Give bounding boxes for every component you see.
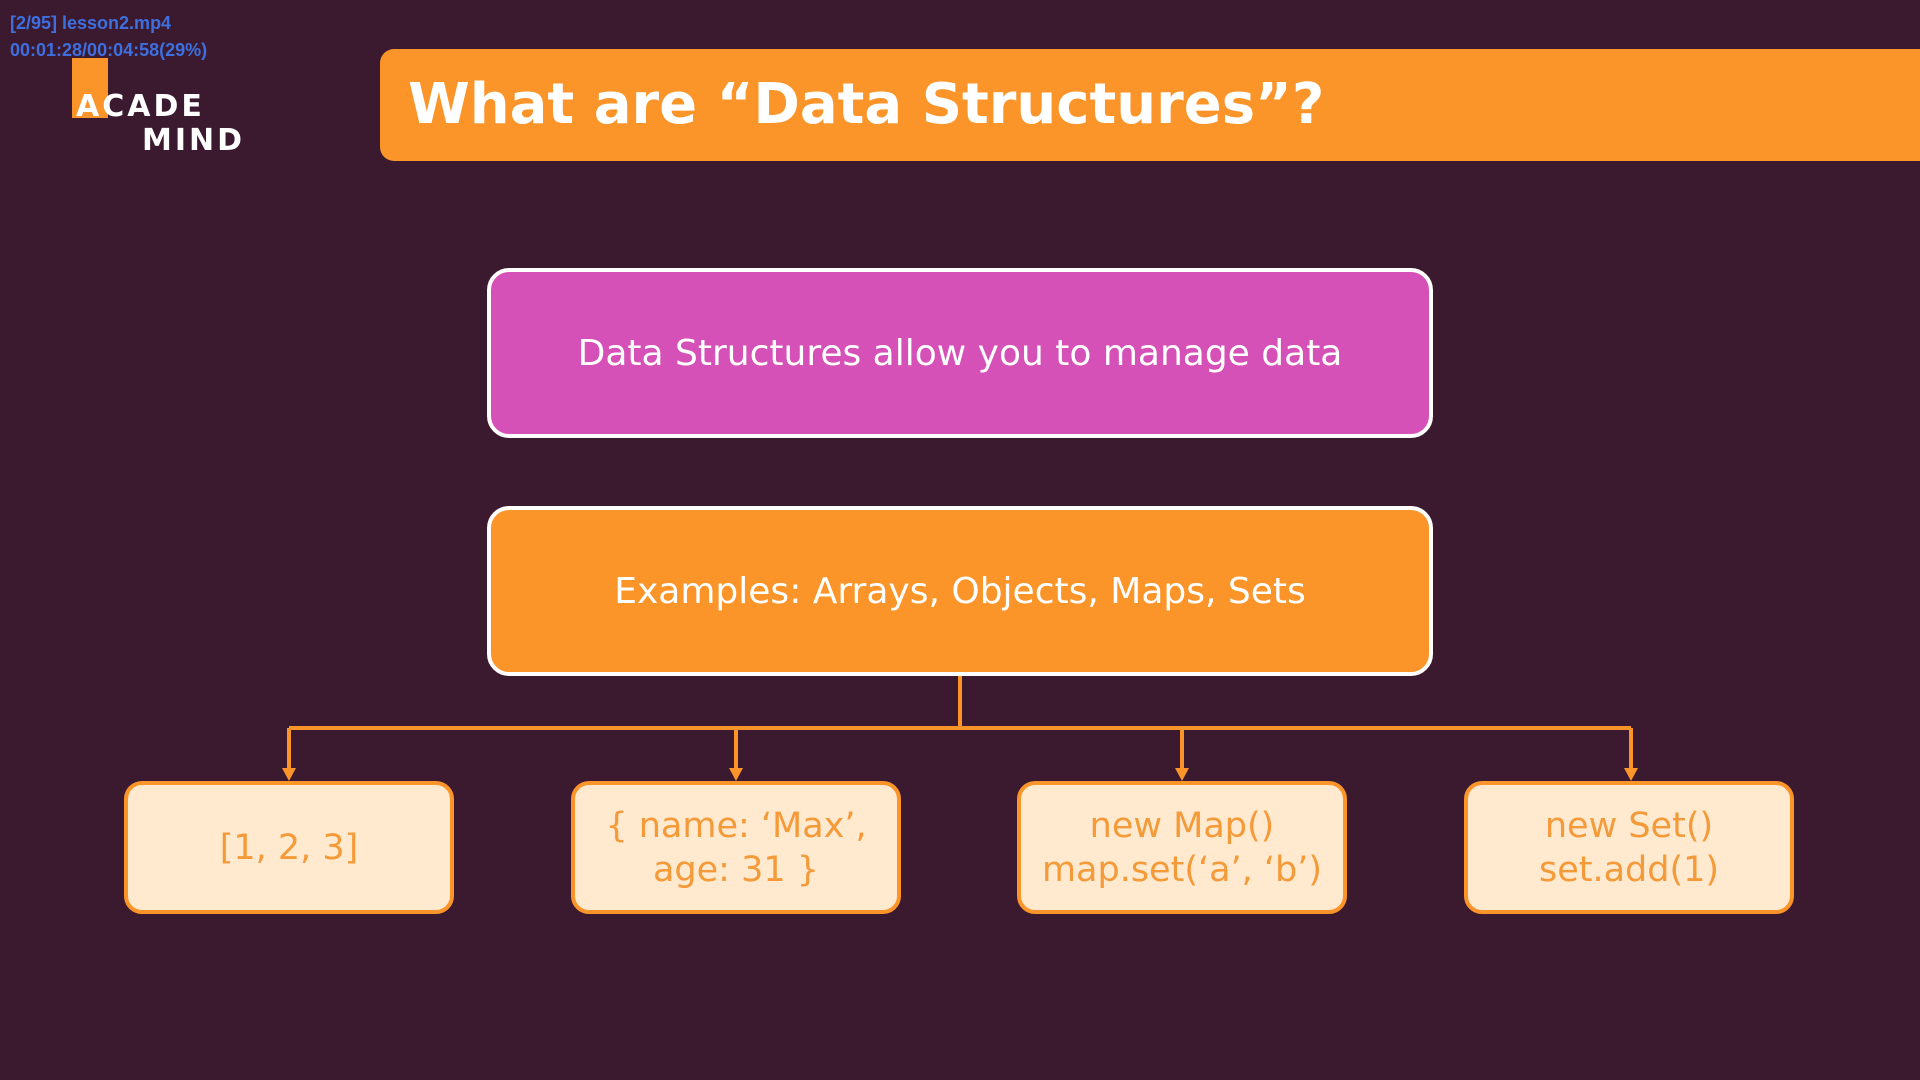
example-map-line1: new Map() [1089,805,1275,846]
arrowhead-icon [729,768,743,781]
example-object-line2: age: 31 } [652,849,820,890]
example-set-box: new Set() set.add(1) [1464,781,1794,914]
example-array-line1: [1, 2, 3] [219,827,359,868]
example-object-box: { name: ‘Max’, age: 31 } [571,781,901,914]
example-map-line2: map.set(‘a’, ‘b’) [1041,849,1323,890]
examples-heading-text: Examples: Arrays, Objects, Maps, Sets [614,570,1306,612]
logo-text-line2: MIND [142,123,246,158]
example-object-line1: { name: ‘Max’, [605,805,867,846]
example-set-line1: new Set() [1544,805,1714,846]
slide-title-bar: What are “Data Structures”? [380,49,1920,161]
arrowhead-icon [282,768,296,781]
arrowhead-icon [1624,768,1638,781]
slide-title: What are “Data Structures”? [408,72,1325,137]
arrowhead-icon [1175,768,1189,781]
example-array-box: [1, 2, 3] [124,781,454,914]
video-file-label: [2/95] lesson2.mp4 [10,13,172,33]
academind-logo: ACADE MIND [72,58,252,158]
example-map-box: new Map() map.set(‘a’, ‘b’) [1017,781,1347,914]
definition-text: Data Structures allow you to manage data [577,332,1343,374]
definition-box: Data Structures allow you to manage data [487,268,1433,438]
logo-text-line1: ACADE [76,89,205,124]
examples-box: Examples: Arrays, Objects, Maps, Sets [487,506,1433,676]
example-set-line2: set.add(1) [1538,849,1720,890]
